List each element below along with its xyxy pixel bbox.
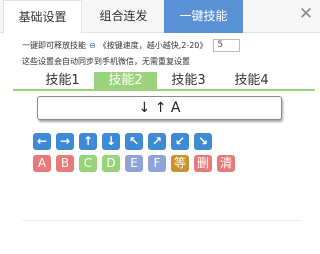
arrow-down-button[interactable]: ↓ — [102, 133, 120, 150]
skill-tabs: 技能1 技能2 技能3 技能4 — [13, 72, 315, 91]
skill-tab-2[interactable]: 技能2 — [94, 72, 157, 89]
speed-input[interactable] — [213, 38, 241, 52]
sync-note: 这些设置会自动同步到手机微信，无需重复设置 — [22, 57, 190, 66]
skill-tab-3[interactable]: 技能3 — [157, 72, 220, 89]
arrow-up-right-button[interactable]: ↗ — [148, 133, 166, 150]
close-icon[interactable]: ✕ — [298, 6, 314, 23]
arrow-left-button[interactable]: ← — [33, 133, 51, 150]
arrow-right-button[interactable]: → — [56, 133, 74, 150]
speed-setting-row: 一键即可释放技能 ⊖ 《按键速度，越小越快,2-20》 — [22, 37, 241, 53]
minus-circle-icon: ⊖ — [89, 40, 96, 50]
skill-tab-4[interactable]: 技能4 — [220, 72, 283, 89]
key-button-2[interactable]: B — [56, 155, 74, 172]
divider — [22, 220, 302, 221]
key-button-4[interactable]: D — [102, 155, 120, 172]
tab-basic-settings[interactable]: 基础设置 — [3, 0, 82, 34]
speed-description: 一键即可释放技能 — [22, 40, 86, 50]
key-button-7[interactable]: 等 — [171, 155, 189, 172]
arrow-up-left-button[interactable]: ↖ — [125, 133, 143, 150]
key-button-9[interactable]: 清 — [217, 155, 235, 172]
key-button-6[interactable]: F — [148, 155, 166, 172]
arrow-down-left-button[interactable]: ↙ — [171, 133, 189, 150]
key-button-1[interactable]: A — [33, 155, 51, 172]
key-button-8[interactable]: 删 — [194, 155, 212, 172]
key-button-3[interactable]: C — [79, 155, 97, 172]
arrow-up-button[interactable]: ↑ — [79, 133, 97, 150]
arrow-down-right-button[interactable]: ↘ — [194, 133, 212, 150]
skill-sequence-display: ↓ ↑ A — [37, 96, 282, 120]
tab-combo[interactable]: 组合连发 — [84, 0, 163, 33]
skill-tab-1[interactable]: 技能1 — [31, 72, 94, 89]
tab-bar: 基础设置 组合连发 一键技能 ✕ — [0, 0, 320, 34]
key-button-5[interactable]: E — [125, 155, 143, 172]
arrow-key-row: ← → ↑ ↓ ↖ ↗ ↙ ↘ — [33, 133, 212, 150]
letter-key-row: ABCDEF等删清 — [33, 155, 235, 172]
speed-range-label: 《按键速度，越小越快,2-20》 — [98, 40, 208, 50]
tab-one-click-skill[interactable]: 一键技能 — [164, 0, 243, 33]
